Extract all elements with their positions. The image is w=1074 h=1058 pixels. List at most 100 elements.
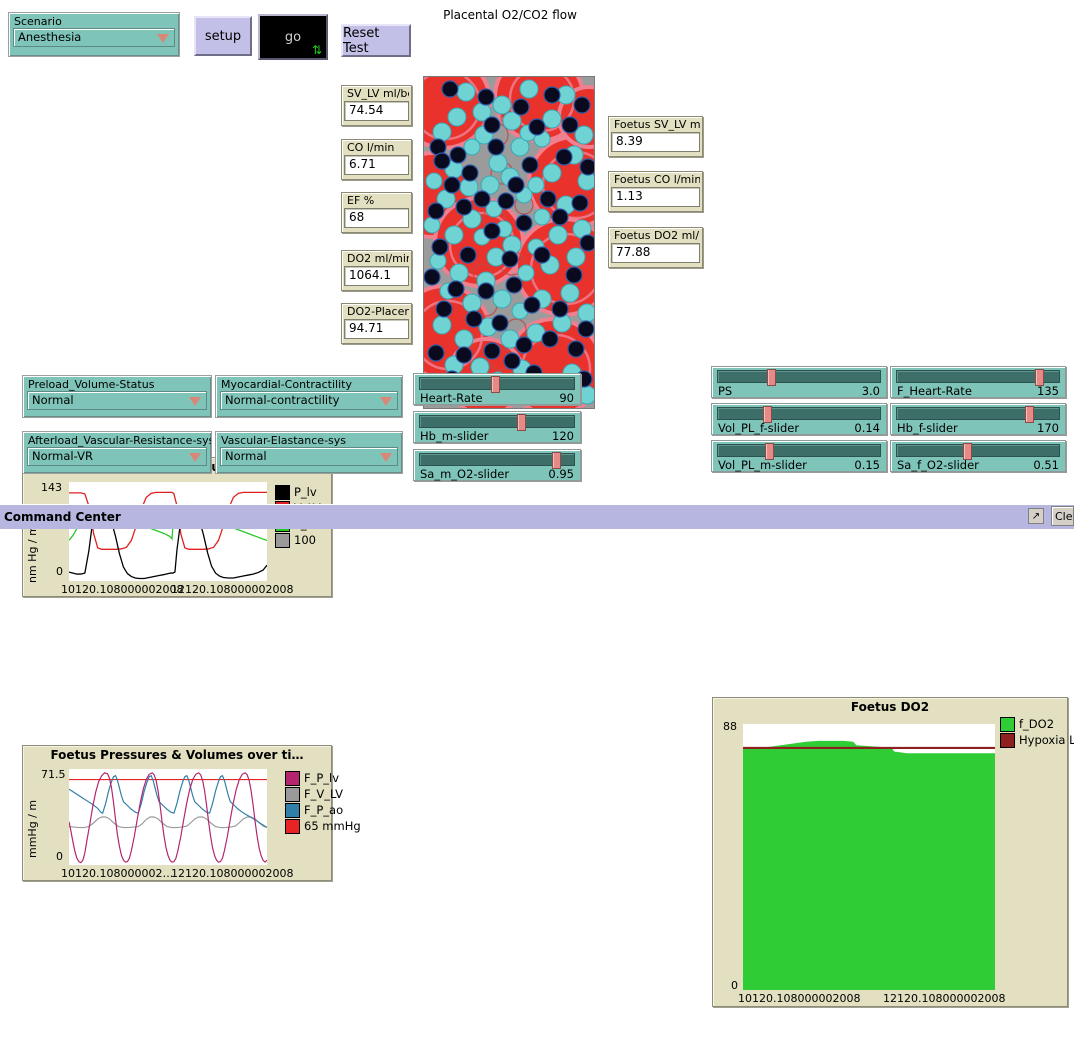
setup-button[interactable]: setup — [194, 16, 252, 56]
slider-hb-f[interactable]: Hb_f-slider170 — [890, 403, 1066, 435]
slider-vol-pl-f[interactable]: Vol_PL_f-slider0.14 — [711, 403, 887, 435]
dropdown-arrow-icon[interactable] — [189, 453, 201, 462]
legend-swatch — [285, 803, 300, 818]
dropdown-arrow-icon[interactable] — [380, 453, 392, 462]
indicator-value[interactable]: 1064.1 — [344, 266, 409, 286]
mother-chart-plot — [69, 482, 267, 581]
slider-thumb[interactable] — [491, 376, 500, 393]
slider-thumb[interactable] — [1035, 369, 1044, 386]
indicator-co: CO l/min 6.71 — [341, 139, 412, 180]
legend-item: Hypoxia Lim — [1000, 732, 1074, 748]
slider-thumb[interactable] — [1025, 406, 1034, 423]
slider-track[interactable] — [896, 444, 1060, 457]
indicator-value[interactable]: 74.54 — [344, 101, 409, 121]
slider-track[interactable] — [717, 370, 881, 383]
myocardial-contractility-dropdown[interactable]: Normal-contractility — [220, 391, 398, 410]
slider-value: 0.51 — [1033, 458, 1059, 473]
indicator-value[interactable]: 6.71 — [344, 155, 409, 175]
slider-thumb[interactable] — [765, 443, 774, 460]
myocardial-contractility-control[interactable]: Myocardial-Contractility Normal-contract… — [215, 375, 403, 418]
command-center-clear-button[interactable]: Cle — [1051, 506, 1074, 526]
go-button[interactable]: go ⇅ — [258, 14, 328, 60]
indicator-ef: EF % 68 — [341, 192, 412, 233]
indicator-value[interactable]: 8.39 — [611, 132, 700, 152]
slider-thumb[interactable] — [767, 369, 776, 386]
preload-volume-status-dropdown[interactable]: Normal — [27, 391, 207, 410]
scenario-control[interactable]: Scenario Anesthesia — [8, 12, 180, 57]
foetus-do2-ytick-max: 88 — [723, 720, 737, 733]
legend-label: F_P_ao — [304, 803, 343, 817]
slider-label: Sa_f_O2-slider — [897, 458, 979, 473]
scenario-dropdown[interactable]: Anesthesia — [13, 28, 175, 47]
control-value: Normal-contractility — [221, 394, 339, 407]
slider-label: Vol_PL_f-slider — [718, 421, 799, 436]
slider-thumb[interactable] — [963, 443, 972, 460]
foetus-chart-ytick-max: 71.5 — [41, 768, 66, 781]
slider-thumb[interactable] — [763, 406, 772, 423]
slider-ps[interactable]: PS3.0 — [711, 366, 887, 398]
preload-volume-status-control[interactable]: Preload_Volume-Status Normal — [22, 375, 212, 418]
dropdown-arrow-icon[interactable] — [189, 397, 201, 406]
vascular-elastance-dropdown[interactable]: Normal — [220, 447, 398, 466]
scenario-value: Anesthesia — [14, 31, 81, 44]
legend-item: f_DO2 — [1000, 716, 1074, 732]
legend-item: P_lv — [275, 484, 321, 500]
foetus-chart-ylabel: mmHg / m — [26, 788, 39, 858]
slider-track[interactable] — [717, 407, 881, 420]
slider-sa-m-o2[interactable]: Sa_m_O2-slider0.95 — [413, 449, 581, 481]
slider-hb-m[interactable]: Hb_m-slider120 — [413, 411, 581, 443]
go-label: go — [285, 30, 301, 45]
legend-label: F_V_LV — [304, 787, 343, 801]
legend-label: Hypoxia Lim — [1019, 733, 1074, 747]
slider-value: 3.0 — [862, 384, 880, 399]
foetus-do2-xtick-2: 12120.108000002008 — [883, 992, 1005, 1005]
slider-heart-rate[interactable]: Heart-Rate90 — [413, 373, 581, 405]
legend-item: 65 mmHg — [285, 818, 361, 834]
slider-track[interactable] — [896, 370, 1060, 383]
slider-thumb[interactable] — [552, 452, 561, 469]
legend-swatch — [1000, 717, 1015, 732]
legend-item: F_V_LV — [285, 786, 361, 802]
command-center-title: Command Center — [0, 510, 121, 524]
slider-value: 135 — [1037, 384, 1059, 399]
slider-value: 0.95 — [548, 467, 574, 482]
foetus-chart-legend: F_P_lv F_V_LV F_P_ao 65 mmHg — [285, 770, 361, 834]
slider-track[interactable] — [896, 407, 1060, 420]
control-label: Myocardial-Contractility — [216, 376, 402, 391]
slider-track[interactable] — [419, 453, 575, 466]
dropdown-arrow-icon[interactable] — [157, 34, 169, 43]
slider-thumb[interactable] — [517, 414, 526, 431]
slider-vol-pl-m[interactable]: Vol_PL_m-slider0.15 — [711, 440, 887, 472]
slider-track[interactable] — [419, 377, 575, 390]
foetus-do2-legend: f_DO2 Hypoxia Lim — [1000, 716, 1074, 748]
indicator-value[interactable]: 94.71 — [344, 319, 409, 339]
indicator-do2: DO2 ml/min 1064.1 — [341, 250, 412, 291]
indicator-value[interactable]: 77.88 — [611, 243, 700, 263]
indicator-value[interactable]: 1.13 — [611, 187, 700, 207]
reset-test-button[interactable]: Reset Test — [341, 24, 411, 57]
placental-diagram — [424, 77, 594, 408]
slider-track[interactable] — [419, 415, 575, 428]
legend-label: f_DO2 — [1019, 717, 1054, 731]
legend-item: F_P_ao — [285, 802, 361, 818]
slider-f-heart-rate[interactable]: F_Heart-Rate135 — [890, 366, 1066, 398]
indicator-foetus-do2: Foetus DO2 ml/min 77.88 — [608, 227, 703, 268]
command-center-resize-button[interactable]: ↗ — [1028, 508, 1044, 524]
indicator-caption: EF % — [344, 194, 409, 208]
legend-item: 100 — [275, 532, 321, 548]
afterload-vascular-resistance-control[interactable]: Afterload_Vascular-Resistance-sys Normal… — [22, 431, 212, 474]
afterload-vascular-resistance-dropdown[interactable]: Normal-VR — [27, 447, 207, 466]
legend-label: 100 — [294, 533, 316, 547]
command-center-bar: Command Center — [0, 504, 1074, 529]
legend-swatch — [275, 533, 290, 548]
slider-track[interactable] — [717, 444, 881, 457]
mother-chart-ytick-min: 0 — [56, 565, 63, 578]
indicator-caption: DO2 ml/min — [344, 252, 409, 266]
indicator-value[interactable]: 68 — [344, 208, 409, 228]
slider-label: Vol_PL_m-slider — [718, 458, 807, 473]
vascular-elastance-control[interactable]: Vascular-Elastance-sys Normal — [215, 431, 403, 474]
legend-item: F_P_lv — [285, 770, 361, 786]
dropdown-arrow-icon[interactable] — [380, 397, 392, 406]
foetus-chart-plot — [69, 769, 267, 865]
slider-sa-f-o2[interactable]: Sa_f_O2-slider 0.51 — [890, 440, 1066, 472]
